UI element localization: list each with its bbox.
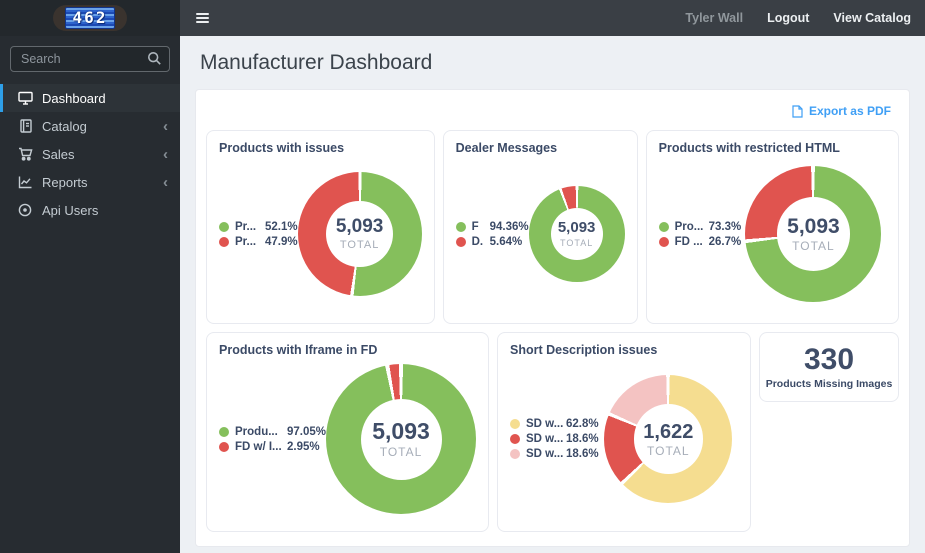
legend-item: D. 5.64% [455,236,529,248]
donut-chart: 5,093 TOTAL [745,166,882,302]
chart-row-1: Products with issues Pr... 52.1% Pr... 4… [206,130,899,324]
chart-title: Short Description issues [510,343,658,357]
stat-label: Products Missing Images [765,377,893,390]
chart-title: Products with restricted HTML [658,141,840,155]
chart-total: 5,093 [787,214,840,238]
logo-box: 462 [64,7,116,29]
main-area: Tyler Wall Logout View Catalog Manufactu… [180,0,925,553]
chart-title: Dealer Messages [455,141,558,155]
legend-item: SD w... 18.6% [510,448,599,460]
legend-dot [455,236,466,247]
chart-total-label: TOTAL [339,238,380,251]
stat-value: 330 [803,342,855,376]
logout-link[interactable]: Logout [767,11,809,25]
top-navbar: Tyler Wall Logout View Catalog [180,0,925,36]
chart-card-restricted-html: Products with restricted HTML Pro... 73.… [645,130,899,324]
chart-card-dealer-messages: Dealer Messages F 94.36% D. 5.64% 5,093 … [442,130,638,324]
sidebar-logo-area: 462 [0,0,180,36]
dashboard-panel: Export as PDF Products with issues Pr...… [195,89,910,547]
donut-chart: 5,093 TOTAL [297,172,422,296]
legend-item: Pr... 47.9% [219,236,298,248]
chevron-left-icon: ‹ [163,173,168,191]
view-catalog-link[interactable]: View Catalog [833,11,911,25]
sidebar-item-api-users[interactable]: Api Users [0,196,180,224]
sidebar-menu: Dashboard Catalog ‹ Sales ‹ Reports ‹ Ap… [0,84,180,224]
logo-text: 462 [72,8,108,27]
cart-icon [17,146,33,162]
desktop-icon [17,90,33,106]
legend-dot [510,449,521,459]
stat-card-missing-images: 330 Products Missing Images [759,332,900,402]
donut-chart: 5,093 TOTAL [326,364,477,514]
navbar-user-name[interactable]: Tyler Wall [685,11,743,25]
chart-legend: Pr... 52.1% Pr... 47.9% [219,221,298,248]
chart-card-products-with-issues: Products with issues Pr... 52.1% Pr... 4… [206,130,435,324]
legend-item: Produ... 97.05% [219,426,326,438]
legend-item: FD w/ I... 2.95% [219,441,326,453]
chevron-left-icon: ‹ [163,117,168,135]
sidebar-item-label: Sales [42,146,75,162]
navbar-right: Tyler Wall Logout View Catalog [685,11,911,25]
search-icon[interactable] [147,51,162,66]
sidebar-item-dashboard[interactable]: Dashboard [0,84,180,112]
sidebar-item-catalog[interactable]: Catalog ‹ [0,112,180,140]
sidebar-item-label: Api Users [42,202,99,218]
chart-title: Products with Iframe in FD [219,343,378,357]
chart-legend: F 94.36% D. 5.64% [455,221,529,248]
sidebar-item-sales[interactable]: Sales ‹ [0,140,180,168]
chart-total-label: TOTAL [379,445,423,460]
legend-item: Pro... 73.3% [658,221,741,233]
export-row: Export as PDF [206,100,899,130]
legend-item: FD ... 26.7% [658,236,741,248]
legend-dot [510,419,521,429]
page-title: Manufacturer Dashboard [200,51,433,74]
sidebar-item-reports[interactable]: Reports ‹ [0,168,180,196]
content: Manufacturer Dashboard Export as PDF Pro… [180,36,925,553]
chart-legend: SD w... 62.8% SD w... 18.6% SD w... 18.6… [510,418,599,460]
donut-chart: 5,093 TOTAL [528,186,625,282]
legend-dot [455,221,466,232]
chart-total-label: TOTAL [792,239,835,254]
chart-card-iframe-in-fd: Products with Iframe in FD Produ... 97.0… [206,332,490,532]
chevron-left-icon: ‹ [163,145,168,163]
chart-total: 5,093 [372,417,430,444]
chart-total: 1,622 [643,420,694,443]
chart-title: Products with issues [219,141,345,155]
export-pdf-button[interactable]: Export as PDF [792,104,891,118]
donut-chart: 1,622 TOTAL [604,375,733,503]
legend-item: SD w... 62.8% [510,418,599,430]
legend-dot [219,426,229,437]
legend-item: Pr... 52.1% [219,221,298,233]
dot-circle-icon [17,202,33,218]
search-input[interactable] [10,46,170,72]
sidebar-item-label: Reports [42,174,88,190]
chart-total-label: TOTAL [647,443,690,458]
app-logo[interactable]: 462 [52,5,128,31]
file-pdf-icon [792,104,803,118]
line-chart-icon [17,174,33,190]
chart-row-2: Products with Iframe in FD Produ... 97.0… [206,332,900,532]
chart-legend: Produ... 97.05% FD w/ I... 2.95% [219,426,326,453]
sidebar-search [10,46,170,72]
legend-item: SD w... 18.6% [510,433,599,445]
chart-legend: Pro... 73.3% FD ... 26.7% [658,221,741,248]
chart-total: 5,093 [557,219,596,237]
chart-total: 5,093 [335,216,384,238]
legend-dot [219,441,229,452]
legend-dot [219,236,229,247]
book-icon [17,118,33,134]
sidebar-item-label: Dashboard [42,90,106,106]
chart-total-label: TOTAL [560,237,594,248]
sidebar: 462 Dashboard Catalog [0,0,180,553]
legend-dot [658,221,669,232]
legend-dot [510,434,521,444]
legend-item: F 94.36% [455,221,529,233]
legend-dot [219,221,229,232]
menu-toggle-icon[interactable] [192,9,213,27]
legend-dot [658,236,669,247]
sidebar-item-label: Catalog [42,118,87,134]
chart-card-short-description: Short Description issues SD w... 62.8% S… [497,332,752,532]
